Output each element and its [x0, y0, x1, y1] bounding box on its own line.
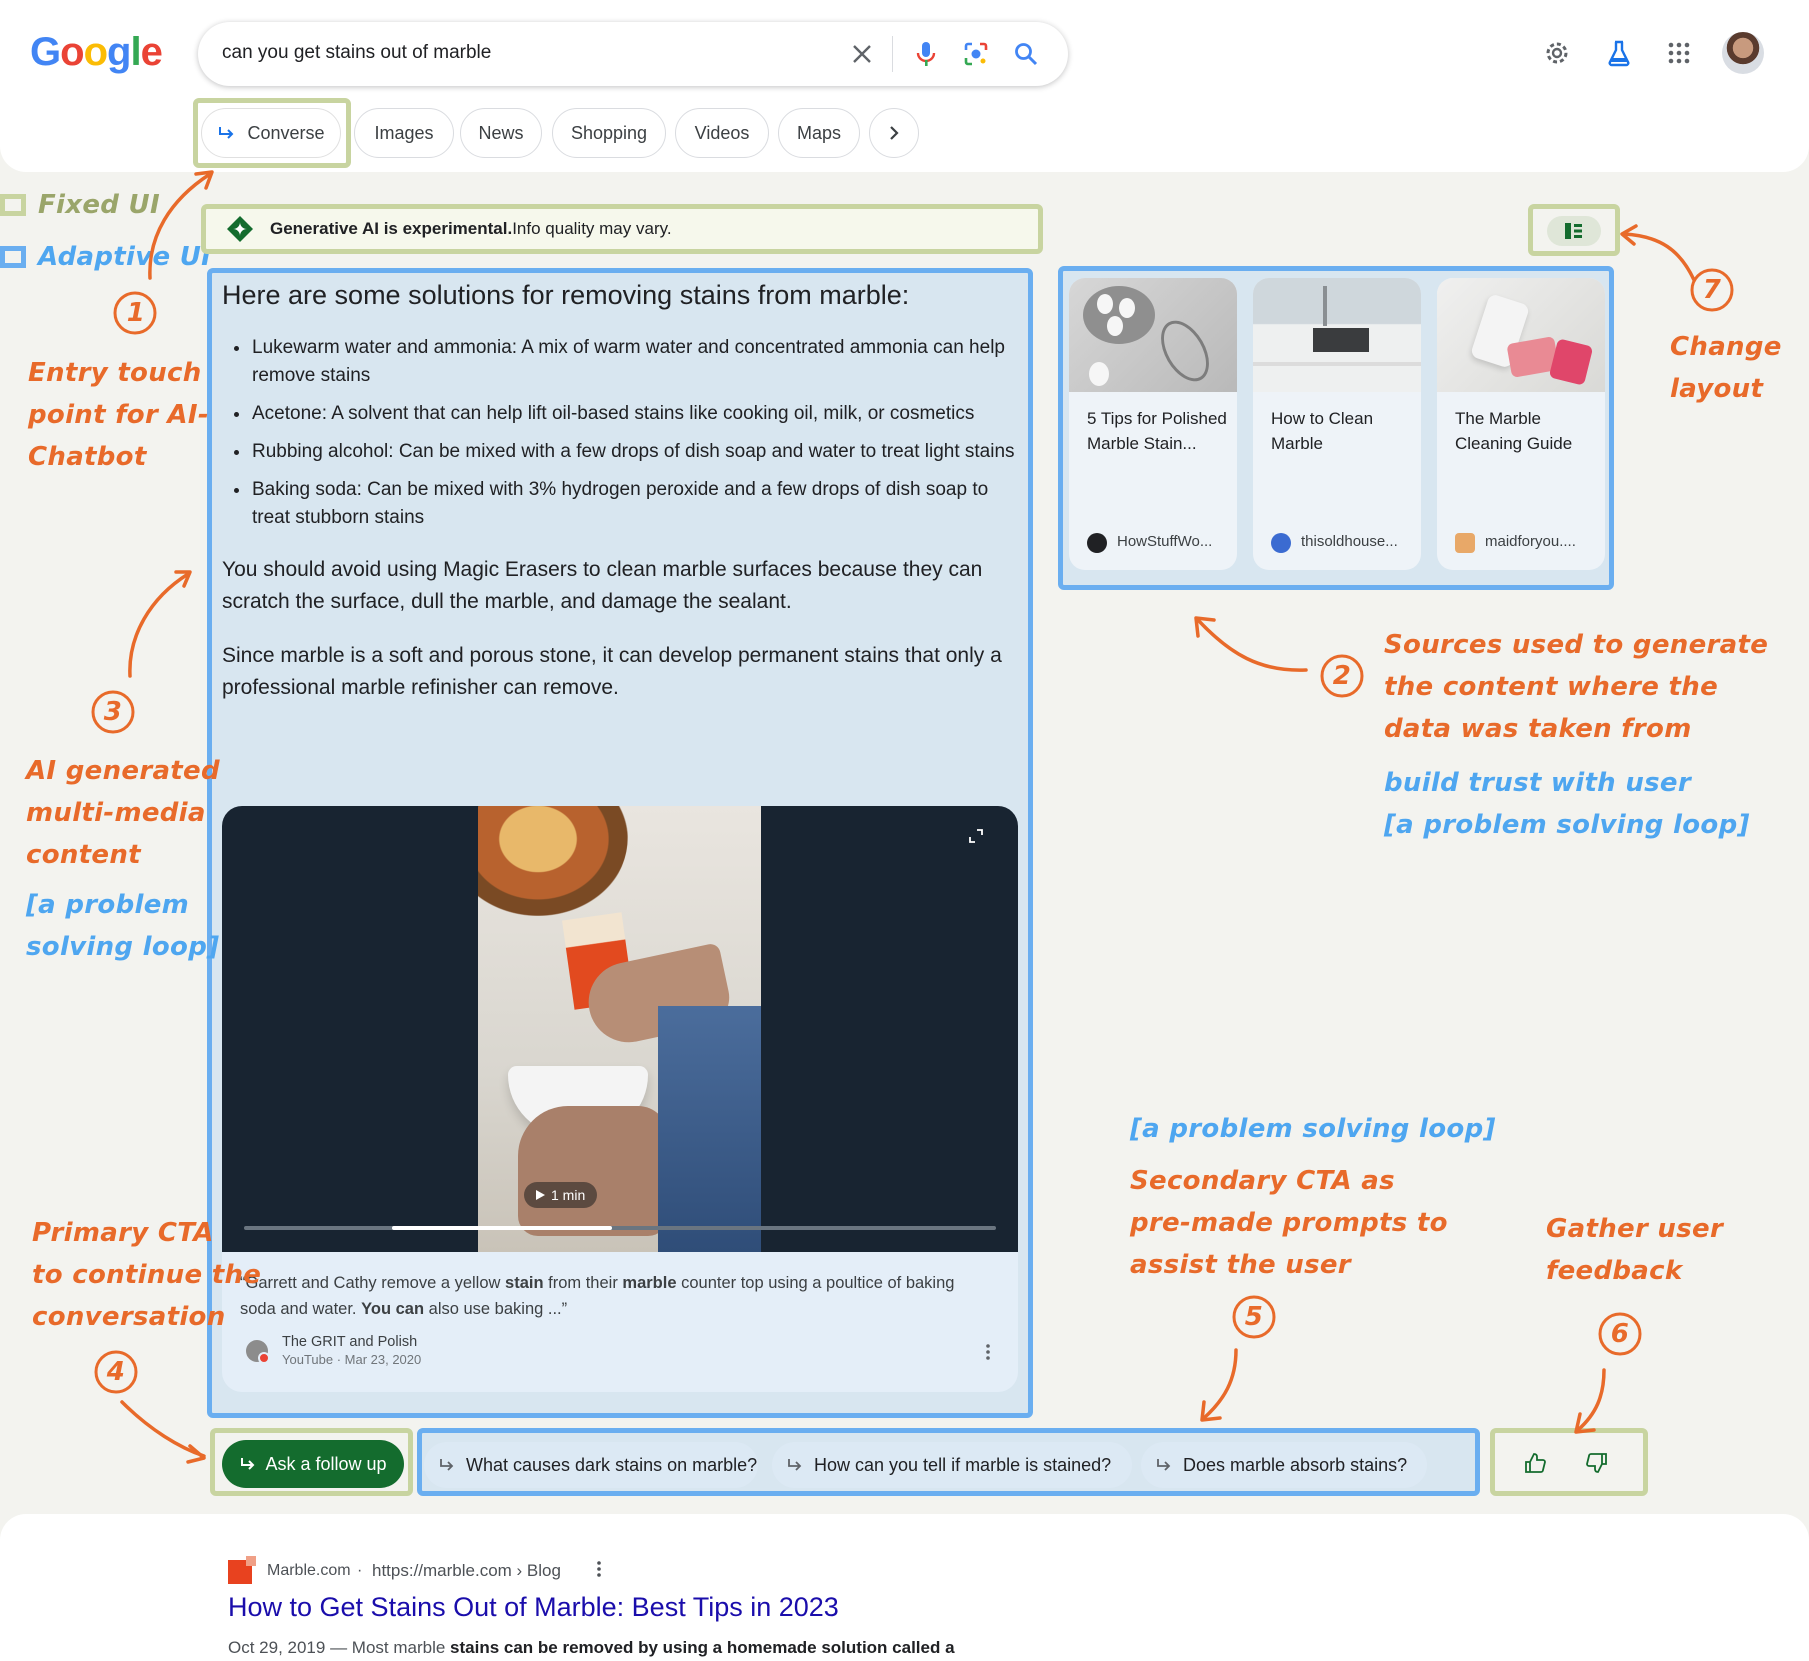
annotation-line: feedback — [1546, 1256, 1683, 1286]
arrow-7 — [1622, 232, 1696, 282]
annotation-line: AI generated — [26, 756, 220, 786]
annotation-line: to continue the — [32, 1260, 262, 1290]
annotation-line: data was taken from — [1384, 714, 1692, 744]
annotation-change-layout: Change layout — [1670, 326, 1782, 410]
annotation-line: Primary CTA — [32, 1218, 214, 1248]
annotation-line: the content where the — [1384, 672, 1719, 702]
step-number-3: 3 — [103, 697, 123, 727]
annotation-line: [a problem — [26, 890, 190, 920]
step-number-4: 4 — [106, 1357, 126, 1387]
arrow-2 — [1196, 618, 1308, 672]
step-number-7: 7 — [1702, 275, 1722, 305]
annotation-line: Change — [1670, 332, 1782, 362]
step-number-6: 6 — [1610, 1319, 1630, 1349]
annotation-trust: build trust with user [a problem solving… — [1384, 762, 1750, 846]
arrow-3 — [128, 572, 190, 678]
annotation-line: pre-made prompts to — [1130, 1208, 1448, 1238]
step-number-1: 1 — [126, 298, 146, 328]
annotation-feedback: Gather user feedback — [1546, 1208, 1723, 1292]
annotation-line: Secondary CTA as — [1130, 1166, 1395, 1196]
annotation-line: Chatbot — [28, 442, 147, 472]
annotation-line: content — [26, 840, 141, 870]
annotation-line: [a problem solving loop] — [1384, 810, 1750, 840]
annotation-secondary-cta: Secondary CTA as pre-made prompts to ass… — [1130, 1160, 1448, 1286]
annotation-line: solving loop] — [26, 932, 220, 962]
annotation-line: Entry touch — [28, 358, 202, 388]
arrow-6 — [1576, 1368, 1606, 1432]
annotation-line: multi-media — [26, 798, 206, 828]
annotation-entry-point: Entry touch point for AI- Chatbot — [28, 352, 209, 478]
annotation-loop-3: [a problem solving loop] — [26, 884, 219, 968]
annotation-sources: Sources used to generate the content whe… — [1384, 624, 1768, 750]
annotation-ai-content: AI generated multi-media content — [26, 750, 220, 876]
annotation-line: Gather user — [1546, 1214, 1724, 1244]
annotation-loop-5: [a problem solving loop] — [1130, 1114, 1496, 1144]
arrow-1 — [148, 172, 212, 280]
annotation-primary-cta: Primary CTA to continue the conversation — [32, 1212, 261, 1338]
annotation-line: conversation — [32, 1302, 226, 1332]
step-number-2: 2 — [1332, 661, 1352, 691]
annotation-line: layout — [1670, 374, 1764, 404]
step-number-5: 5 — [1244, 1302, 1264, 1332]
annotation-line: assist the user — [1130, 1250, 1351, 1280]
arrow-5 — [1202, 1348, 1238, 1420]
annotation-line: build trust with user — [1384, 768, 1691, 798]
annotation-line: point for AI- — [28, 400, 209, 430]
annotation-line: Sources used to generate — [1384, 630, 1769, 660]
